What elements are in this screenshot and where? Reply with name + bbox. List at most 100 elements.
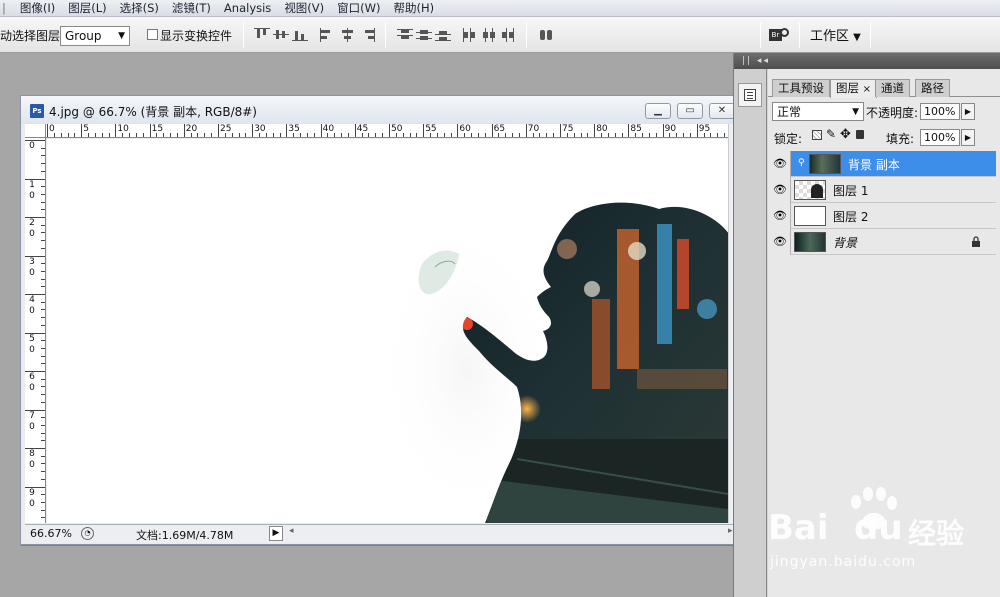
align-bottom-icon[interactable] xyxy=(292,28,308,42)
tab-paths[interactable]: 路径 xyxy=(915,79,950,97)
image-canvas[interactable] xyxy=(47,139,728,523)
visibility-toggle[interactable]: 👁 xyxy=(768,151,791,177)
align-hcenter-icon[interactable] xyxy=(340,28,356,42)
distribute-right-icon[interactable] xyxy=(500,28,516,42)
align-left-icon[interactable] xyxy=(320,28,336,42)
layer-row-layer-2[interactable]: 👁 图层 2 xyxy=(768,203,996,229)
opacity-input[interactable]: 100% xyxy=(920,103,960,120)
close-button[interactable]: ✕ xyxy=(709,103,735,119)
distribute-hcenter-icon[interactable] xyxy=(481,28,497,42)
maximize-button[interactable]: ▭ xyxy=(677,103,703,119)
ruler-tick xyxy=(457,124,459,137)
menu-analysis[interactable]: Analysis xyxy=(224,1,271,15)
close-icon[interactable]: × xyxy=(863,84,871,95)
document-titlebar[interactable]: Ps 4.jpg @ 66.7% (背景 副本, RGB/8#) ▁ ▭ ✕ xyxy=(21,96,748,124)
ruler-tick xyxy=(88,133,90,137)
ruler-tick xyxy=(361,133,363,137)
ruler-corner[interactable] xyxy=(25,124,46,138)
ruler-tick xyxy=(41,463,45,465)
ruler-tick xyxy=(211,133,213,137)
auto-select-dropdown[interactable]: Group ▼ xyxy=(60,26,130,46)
panel-toggle-button[interactable] xyxy=(738,83,762,107)
ruler-tick xyxy=(676,133,678,137)
tab-tool-presets[interactable]: 工具预设 xyxy=(772,79,830,97)
ruler-tick-label: 0 xyxy=(29,229,35,239)
ruler-tick xyxy=(573,133,575,137)
fill-slider-arrow-icon[interactable]: ▶ xyxy=(961,129,975,146)
auto-align-icon[interactable] xyxy=(538,28,554,42)
lock-position-move-icon[interactable]: ✥ xyxy=(840,127,851,142)
baidu-watermark: Bai du 经验 jingyan.baidu.com xyxy=(768,486,993,576)
tab-layers[interactable]: 图层 × xyxy=(830,79,878,98)
menu-view[interactable]: 视图(V) xyxy=(284,0,324,16)
opacity-slider-arrow-icon[interactable]: ▶ xyxy=(961,103,975,120)
ruler-tick xyxy=(614,133,616,137)
ruler-tick xyxy=(25,255,45,257)
ruler-tick xyxy=(628,124,630,137)
ruler-tick-label: 4 xyxy=(29,295,35,305)
tab-channels[interactable]: 通道 xyxy=(875,79,910,97)
bridge-icon[interactable]: Br xyxy=(769,26,791,44)
align-right-icon[interactable] xyxy=(360,28,376,42)
collapse-arrows-icon[interactable]: || ◂◂ xyxy=(742,56,770,66)
ruler-tick-label: 0 xyxy=(29,383,35,393)
layer-row-background-copy[interactable]: 👁 ⚲ 背景 副本 xyxy=(768,151,996,177)
dock-header[interactable]: || ◂◂ xyxy=(734,53,1000,69)
ruler-tick xyxy=(518,133,520,137)
status-bar: 66.67% ◔ 文档:1.69M/4.78M ▶ ◂ ▸ xyxy=(25,524,745,543)
fill-input[interactable]: 100% xyxy=(920,129,960,146)
ruler-tick xyxy=(272,133,274,137)
clock-icon[interactable]: ◔ xyxy=(81,527,94,540)
show-transform-checkbox[interactable] xyxy=(147,29,158,40)
distribute-top-icon[interactable] xyxy=(397,28,413,42)
ruler-horizontal[interactable]: 0 5 10 15 20 25 30 35 40 45 50 55 60 65 70 75 80 85 90 95 xyxy=(46,124,735,138)
document-window: Ps 4.jpg @ 66.7% (背景 副本, RGB/8#) ▁ ▭ ✕ 0… xyxy=(20,95,749,545)
menu-layer[interactable]: 图层(L) xyxy=(68,0,106,16)
minimize-button[interactable]: ▁ xyxy=(645,103,671,119)
ruler-tick xyxy=(149,124,151,137)
blend-mode-value: 正常 xyxy=(777,105,802,119)
zoom-level[interactable]: 66.67% xyxy=(30,527,72,540)
workspace-button[interactable]: 工作区 ▼ xyxy=(810,25,861,44)
status-menu-arrow-icon[interactable]: ▶ xyxy=(269,526,283,541)
ruler-tick xyxy=(450,133,452,137)
lock-all-icon[interactable] xyxy=(856,130,864,139)
ruler-tick xyxy=(566,133,568,137)
visibility-toggle[interactable]: 👁 xyxy=(768,229,791,255)
ruler-tick xyxy=(41,517,45,519)
visibility-toggle[interactable]: 👁 xyxy=(768,203,791,229)
ruler-vertical[interactable]: 0102030405060708090 xyxy=(25,138,46,523)
tab-label: 图层 xyxy=(836,81,859,95)
ruler-tick xyxy=(74,133,76,137)
menu-filter[interactable]: 滤镜(T) xyxy=(172,0,211,16)
ruler-tick xyxy=(416,133,418,137)
ruler-tick-label: 0 xyxy=(29,344,35,355)
ruler-tick xyxy=(334,133,336,137)
lock-transparency-icon[interactable] xyxy=(812,130,822,140)
menu-window[interactable]: 窗口(W) xyxy=(337,0,380,16)
layer-name: 背景 副本 xyxy=(848,158,900,172)
distribute-left-icon[interactable] xyxy=(462,28,478,42)
visibility-toggle[interactable]: 👁 xyxy=(768,177,791,203)
scroll-right-icon[interactable]: ▸ xyxy=(728,526,733,536)
ruler-tick xyxy=(409,133,411,137)
blend-mode-dropdown[interactable]: 正常 ▼ xyxy=(772,102,864,121)
lock-pixels-brush-icon[interactable]: ✎ xyxy=(826,127,836,141)
ruler-tick xyxy=(601,133,603,137)
ruler-tick xyxy=(41,501,45,503)
align-top-icon[interactable] xyxy=(254,28,270,42)
distribute-bottom-icon[interactable] xyxy=(435,28,451,42)
distribute-vcenter-icon[interactable] xyxy=(416,28,432,42)
menu-select[interactable]: 选择(S) xyxy=(120,0,159,16)
menu-help[interactable]: 帮助(H) xyxy=(394,0,435,16)
scroll-left-icon[interactable]: ◂ xyxy=(289,526,294,536)
align-vcenter-icon[interactable] xyxy=(273,28,289,42)
layer-row-background[interactable]: 👁 背景 xyxy=(768,229,996,255)
ruler-tick xyxy=(41,424,45,426)
ruler-tick xyxy=(703,133,705,137)
divider xyxy=(385,22,386,48)
watermark-cn: 经验 xyxy=(908,517,965,550)
menu-image[interactable]: 图像(I) xyxy=(20,0,55,16)
ruler-tick xyxy=(115,124,117,137)
layer-row-layer-1[interactable]: 👁 图层 1 xyxy=(768,177,996,203)
